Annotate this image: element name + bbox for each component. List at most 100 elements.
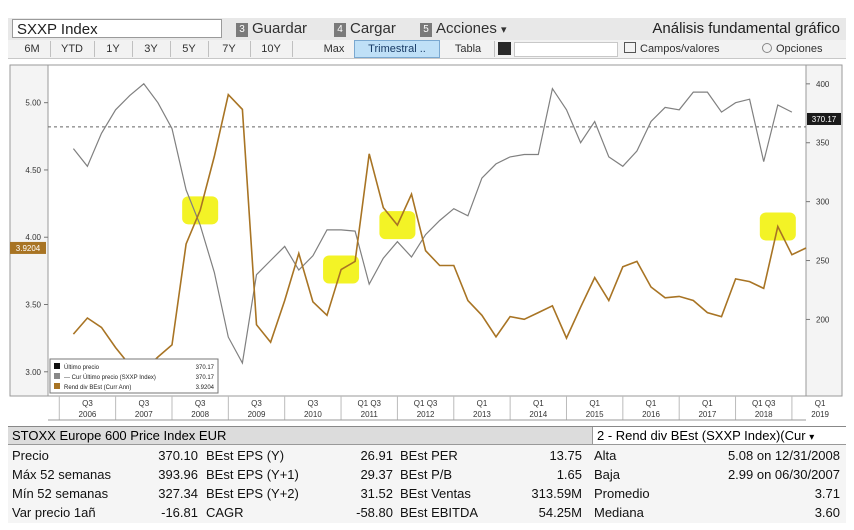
range-1y-button[interactable]: 1Y (94, 41, 133, 57)
table-cell-label: Var precio 1añ (12, 505, 96, 520)
x-quarter-label: Q3 (138, 399, 149, 408)
legend-label: --- Cur Último precio (SXXP Index) (64, 374, 156, 381)
range-6m-button[interactable]: 6M (14, 41, 51, 57)
left-tick-label: 5.00 (25, 99, 41, 108)
table-cell-value: 370.10 (158, 448, 198, 463)
x-year-label: 2009 (248, 410, 266, 419)
table-cell-value: 13.75 (549, 448, 582, 463)
chevron-down-icon: ▾ (809, 432, 815, 443)
right-tick-label: 250 (816, 257, 830, 266)
save-button[interactable]: 3 Guardar (236, 19, 307, 39)
table-cell-value: 2.99 on 06/30/2007 (727, 467, 840, 482)
table-cell-label: Promedio (594, 486, 650, 501)
options-button[interactable]: Opciones (762, 41, 822, 57)
x-quarter-label: Q1 (533, 399, 544, 408)
x-year-label: 2011 (361, 410, 379, 419)
table-cell-value: 327.34 (158, 486, 198, 501)
summary-table: STOXX Europe 600 Price Index EUR 2 - Ren… (8, 426, 846, 523)
chevron-down-icon: ▾ (501, 24, 507, 36)
table-cell-label: CAGR (206, 505, 244, 520)
x-year-label: 2014 (529, 410, 547, 419)
x-quarter-label: Q3 (82, 399, 93, 408)
table-cell-label: Alta (594, 448, 617, 463)
x-quarter-label: Q3 (195, 399, 206, 408)
x-quarter-label: Q1 (815, 399, 826, 408)
table-cell-label: BEst PER (400, 448, 458, 463)
table-cell-label: BEst EBITDA (400, 505, 479, 520)
left-value-tag-text: 3.9204 (16, 244, 41, 253)
right-tick-label: 350 (816, 139, 830, 148)
legend-swatch (54, 363, 60, 369)
load-button[interactable]: 4 Cargar (334, 19, 396, 39)
range-3y-button[interactable]: 3Y (132, 41, 171, 57)
table-cell-label: Mediana (594, 505, 644, 520)
x-quarter-label: Q1 (477, 399, 488, 408)
table-row: Precio 370.10 BEst EPS (Y) 26.91 BEst PER 13.… (8, 446, 846, 465)
table-cell-label: BEst P/B (400, 467, 453, 482)
table-cell-label: BEst EPS (Y+1) (206, 467, 299, 482)
table-cell-label: Precio (12, 448, 49, 463)
table-cell-value: 29.37 (360, 467, 393, 482)
range-bar: 6M YTD 1Y 3Y 5Y 7Y 10Y Max Trimestral ..… (8, 40, 846, 59)
legend-swatch (54, 383, 60, 389)
x-year-label: 2015 (586, 410, 604, 419)
left-tick-label: 4.50 (25, 166, 41, 175)
range-max-button[interactable]: Max (314, 41, 355, 57)
x-year-label: 2017 (698, 410, 716, 419)
right-tick-label: 200 (816, 315, 830, 324)
chart-area[interactable]: Q3 2006 Q3 2007 Q3 2008 Q3 2009 Q3 2010 Q1 Q3 2011 Q… (0, 59, 854, 424)
table-row: Máx 52 semanas 393.96 BEst EPS (Y+1) 29.37 B… (8, 465, 846, 484)
table-button[interactable]: Tabla (442, 41, 495, 57)
legend-value: 370.17 (196, 365, 215, 371)
table-header: STOXX Europe 600 Price Index EUR 2 - Ren… (8, 427, 846, 445)
color-swatch[interactable] (498, 42, 511, 55)
ticker-field[interactable]: SXXP Index (12, 19, 222, 38)
table-row: Mín 52 semanas 327.34 BEst EPS (Y+2) 31.52 B… (8, 484, 846, 503)
x-year-label: 2012 (417, 410, 435, 419)
left-tick-label: 3.50 (25, 301, 41, 310)
table-cell-label: BEst EPS (Y+2) (206, 486, 299, 501)
table-cell-label: Máx 52 semanas (12, 467, 111, 482)
table-cell-label: Baja (594, 467, 621, 482)
x-year-label: 2016 (642, 410, 660, 419)
legend-label: Rend div BEst (Curr Ann) (64, 385, 131, 391)
table-cell-value: -16.81 (161, 505, 198, 520)
x-quarter-label: Q3 (308, 399, 319, 408)
legend-value: 370.17 (196, 375, 215, 381)
x-quarter-label: Q1 (589, 399, 600, 408)
frequency-dropdown[interactable]: Trimestral .. (354, 40, 440, 58)
index-name: STOXX Europe 600 Price Index EUR (12, 428, 227, 443)
range-ytd-button[interactable]: YTD (50, 41, 95, 57)
table-cell-label: BEst EPS (Y) (206, 448, 285, 463)
table-cell-value: 31.52 (360, 486, 393, 501)
x-year-label: 2013 (473, 410, 491, 419)
table-cell-value: 3.71 (814, 486, 840, 501)
x-quarter-label: Q1 Q3 (357, 399, 381, 408)
table-cell-value: 5.08 on 12/31/2008 (727, 448, 840, 463)
table-row: Var precio 1añ -16.81 CAGR -58.80 BEst EBITD… (8, 503, 846, 522)
range-7y-button[interactable]: 7Y (208, 41, 251, 57)
table-cell-value: 26.91 (360, 448, 393, 463)
x-quarter-label: Q1 Q3 (414, 399, 438, 408)
series-selector[interactable]: 2 - Rend div BEst (SXXP Index)(Cur ▾ (592, 427, 846, 444)
x-year-label: 2008 (191, 410, 209, 419)
table-cell-value: -58.80 (356, 505, 393, 520)
range-10y-button[interactable]: 10Y (250, 41, 293, 57)
title-bar: SXXP Index 3 Guardar 4 Cargar 5 Acciones ▾ … (8, 18, 846, 41)
plot-frame (47, 64, 807, 397)
range-5y-button[interactable]: 5Y (170, 41, 209, 57)
range-input[interactable] (514, 42, 618, 57)
fields-values-button[interactable]: Campos/valores (624, 41, 719, 57)
left-tick-label: 4.00 (25, 233, 41, 242)
x-year-label: 2018 (755, 410, 773, 419)
left-tick-label: 3.00 (25, 368, 41, 377)
left-axis-panel (9, 64, 49, 397)
table-cell-value: 313.59M (531, 486, 582, 501)
legend-value: 3.9204 (196, 385, 215, 391)
table-cell-value: 1.65 (556, 467, 582, 482)
right-tick-label: 400 (816, 80, 830, 89)
gear-icon (762, 43, 772, 53)
table-cell-value: 393.96 (158, 467, 198, 482)
right-tick-label: 300 (816, 198, 830, 207)
actions-button[interactable]: 5 Acciones ▾ (420, 19, 507, 39)
